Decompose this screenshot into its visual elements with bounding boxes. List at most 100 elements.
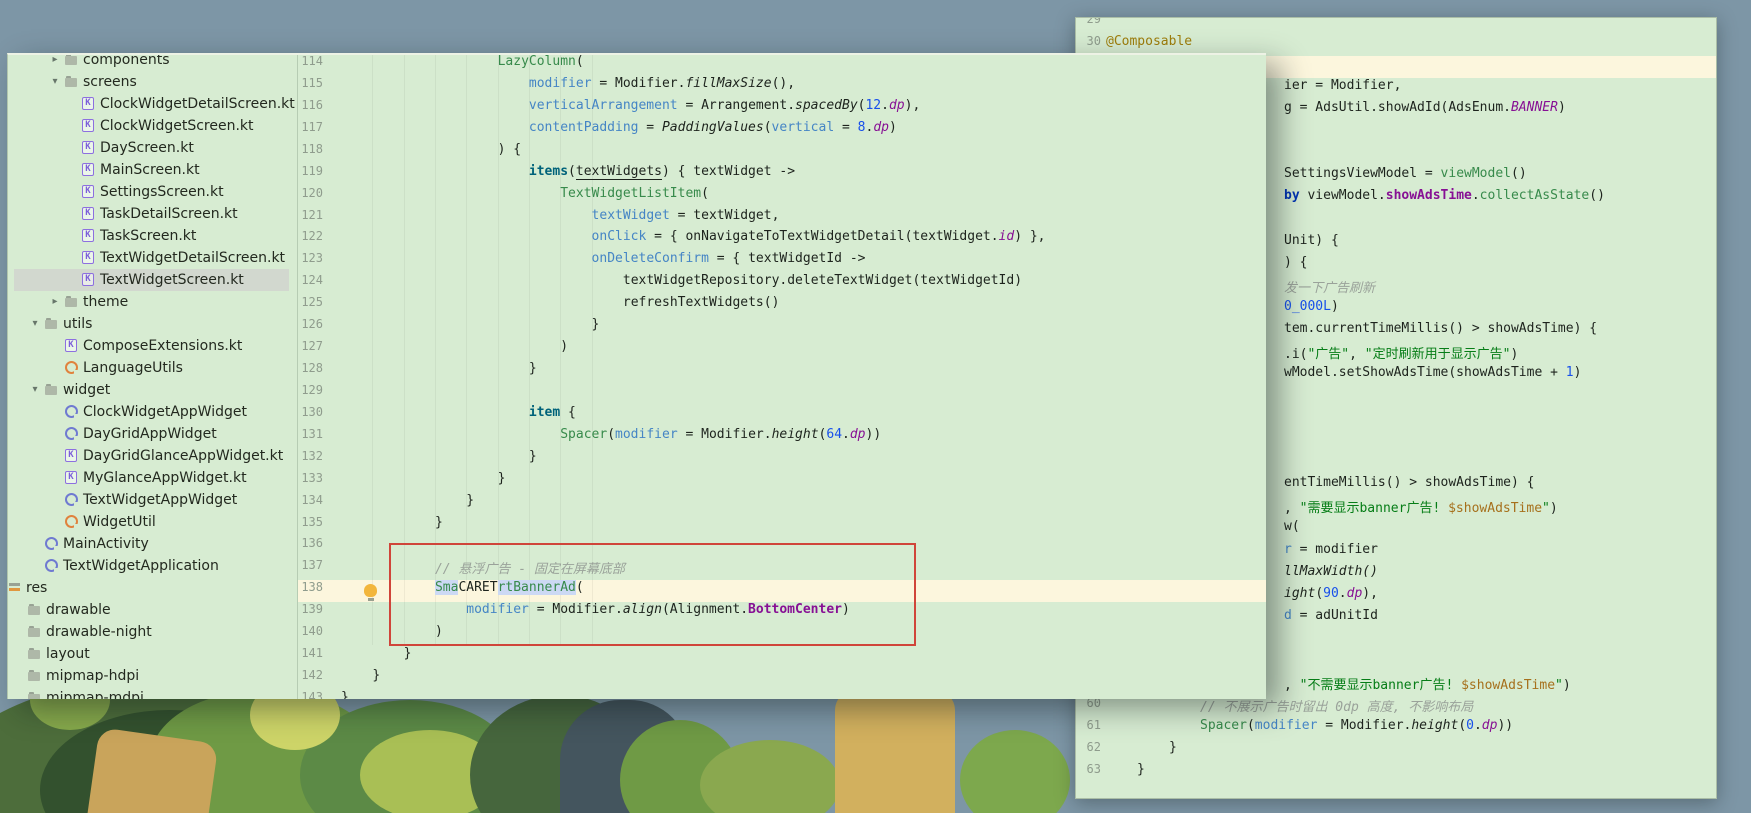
tree-item-components[interactable]: ▸components [8,53,297,71]
tree-item-label: MainScreen.kt [100,159,200,181]
tree-item-layout[interactable]: layout [8,643,297,665]
code-line-128[interactable]: } [529,361,537,383]
tree-item-widgetutil[interactable]: WidgetUtil [8,511,297,533]
code-line-118[interactable]: ) { [498,142,521,164]
tree-item-textwidgetscreen-kt[interactable]: KTextWidgetScreen.kt [8,269,297,291]
code-line-126[interactable]: } [592,317,600,339]
code-line-45[interactable]: wModel.setShowAdsTime(showAdsTime + 1) [1284,365,1581,387]
code-line-122[interactable]: onClick = { onNavigateToTextWidgetDetail… [592,229,1046,251]
code-line-115[interactable]: modifier = Modifier.fillMaxSize(), [529,76,795,98]
tree-item-label: res [26,577,47,599]
tree-item-taskdetailscreen-kt[interactable]: KTaskDetailScreen.kt [8,203,297,225]
code-line-39[interactable]: Unit) { [1284,233,1339,255]
chevron-right-icon[interactable]: ▸ [49,53,61,71]
code-line-37[interactable]: by viewModel.showAdsTime.collectAsState(… [1284,188,1605,210]
chevron-down-icon[interactable]: ▾ [49,71,61,93]
code-line-123[interactable]: onDeleteConfirm = { textWidgetId -> [592,251,866,273]
tree-item-settingsscreen-kt[interactable]: KSettingsScreen.kt [8,181,297,203]
tree-item-utils[interactable]: ▾utils [8,313,297,335]
tree-item-mainscreen-kt[interactable]: KMainScreen.kt [8,159,297,181]
code-line-43[interactable]: tem.currentTimeMillis() > showAdsTime) { [1284,321,1597,343]
tree-item-taskscreen-kt[interactable]: KTaskScreen.kt [8,225,297,247]
tree-item-mipmap-hdpi[interactable]: mipmap-hdpi [8,665,297,687]
chevron-right-icon[interactable]: ▸ [49,291,61,313]
line-number: 60 [1078,696,1101,718]
code-line-56[interactable]: d = adUnitId [1284,608,1378,630]
code-line-44[interactable]: .i("广告", "定时刷新用于显示广告") [1284,343,1518,365]
tree-item-mipmap-mdpi[interactable]: mipmap-mdpi [8,687,297,699]
panel-divider[interactable] [297,55,298,699]
tree-item-screens[interactable]: ▾screens [8,71,297,93]
line-number: 121 [299,208,323,230]
tree-item-languageutils[interactable]: LanguageUtils [8,357,297,379]
tree-item-clockwidgetdetailscreen-kt[interactable]: KClockWidgetDetailScreen.kt [8,93,297,115]
code-line-60[interactable]: // 不展示广告时留出 0dp 高度, 不影响布局 [1200,696,1473,718]
tree-item-textwidgetappwidget[interactable]: TextWidgetAppWidget [8,489,297,511]
code-line-53[interactable]: r = modifier [1284,542,1378,564]
tree-item-res[interactable]: ▾res [8,577,297,599]
tree-item-label: ClockWidgetDetailScreen.kt [100,93,295,115]
intention-lightbulb-icon[interactable] [364,584,377,597]
line-number: 61 [1078,718,1101,740]
line-number: 130 [299,405,323,427]
code-line-114[interactable]: LazyColumn( [498,54,584,76]
tree-item-textwidgetdetailscreen-kt[interactable]: KTextWidgetDetailScreen.kt [8,247,297,269]
code-line-133[interactable]: } [498,471,506,493]
tree-item-composeextensions-kt[interactable]: KComposeExtensions.kt [8,335,297,357]
code-line-61[interactable]: Spacer(modifier = Modifier.height(0.dp)) [1200,718,1513,740]
tree-item-label: DayGridGlanceAppWidget.kt [83,445,283,467]
code-line-33[interactable]: g = AdsUtil.showAdId(AdsEnum.BANNER) [1284,100,1566,122]
code-line-52[interactable]: w( [1284,519,1300,541]
tree-item-daygridappwidget[interactable]: DayGridAppWidget [8,423,297,445]
code-line-54[interactable]: llMaxWidth() [1284,564,1378,586]
tree-item-label: TextWidgetDetailScreen.kt [100,247,285,269]
code-line-125[interactable]: refreshTextWidgets() [623,295,780,317]
code-line-124[interactable]: textWidgetRepository.deleteTextWidget(te… [623,273,1022,295]
code-line-132[interactable]: } [529,449,537,471]
tree-item-drawable[interactable]: drawable [8,599,297,621]
code-line-141[interactable]: } [404,646,412,668]
code-line-62[interactable]: } [1169,740,1177,762]
code-line-59[interactable]: , "不需要显示banner广告! $showAdsTime") [1284,674,1571,696]
tree-item-myglanceappwidget-kt[interactable]: KMyGlanceAppWidget.kt [8,467,297,489]
tree-item-widget[interactable]: ▾widget [8,379,297,401]
code-line-121[interactable]: textWidget = textWidget, [592,208,780,230]
tree-item-drawable-night[interactable]: drawable-night [8,621,297,643]
tree-item-dayscreen-kt[interactable]: KDayScreen.kt [8,137,297,159]
code-line-36[interactable]: SettingsViewModel = viewModel() [1284,166,1527,188]
code-line-32[interactable]: ier = Modifier, [1284,78,1401,100]
code-line-135[interactable]: } [435,515,443,537]
tree-item-mainactivity[interactable]: MainActivity [8,533,297,555]
code-line-42[interactable]: 0_000L) [1284,299,1339,321]
code-line-40[interactable]: ) { [1284,255,1307,277]
line-number: 128 [299,361,323,383]
line-number: 127 [299,339,323,361]
code-line-55[interactable]: ight(90.dp), [1284,586,1378,608]
chevron-down-icon[interactable]: ▾ [29,313,41,335]
chevron-down-icon[interactable]: ▾ [29,379,41,401]
code-line-143[interactable]: } [341,690,349,699]
tree-item-textwidgetapplication[interactable]: TextWidgetApplication [8,555,297,577]
code-line-51[interactable]: , "需要显示banner广告! $showAdsTime") [1284,497,1558,519]
code-line-63[interactable]: } [1137,762,1145,784]
code-line-130[interactable]: item { [529,405,576,427]
code-line-41[interactable]: 发一下广告刷新 [1284,277,1375,299]
code-line-119[interactable]: items(textWidgets) { textWidget -> [529,164,795,186]
folder-icon [28,691,42,699]
code-line-142[interactable]: } [372,668,380,690]
code-line-120[interactable]: TextWidgetListItem( [560,186,709,208]
code-line-50[interactable]: entTimeMillis() > showAdsTime) { [1284,475,1534,497]
tree-item-daygridglanceappwidget-kt[interactable]: KDayGridGlanceAppWidget.kt [8,445,297,467]
tree-item-clockwidgetscreen-kt[interactable]: KClockWidgetScreen.kt [8,115,297,137]
tree-item-theme[interactable]: ▸theme [8,291,297,313]
indent-guide [372,55,373,645]
tree-item-clockwidgetappwidget[interactable]: ClockWidgetAppWidget [8,401,297,423]
code-line-134[interactable]: } [466,493,474,515]
code-line-116[interactable]: verticalArrangement = Arrangement.spaced… [529,98,920,120]
kotlin-class-icon [65,361,78,374]
line-number: 117 [299,120,323,142]
line-number: 137 [299,558,323,580]
code-line-127[interactable]: ) [560,339,568,361]
code-line-131[interactable]: Spacer(modifier = Modifier.height(64.dp)… [560,427,881,449]
code-line-117[interactable]: contentPadding = PaddingValues(vertical … [529,120,897,142]
